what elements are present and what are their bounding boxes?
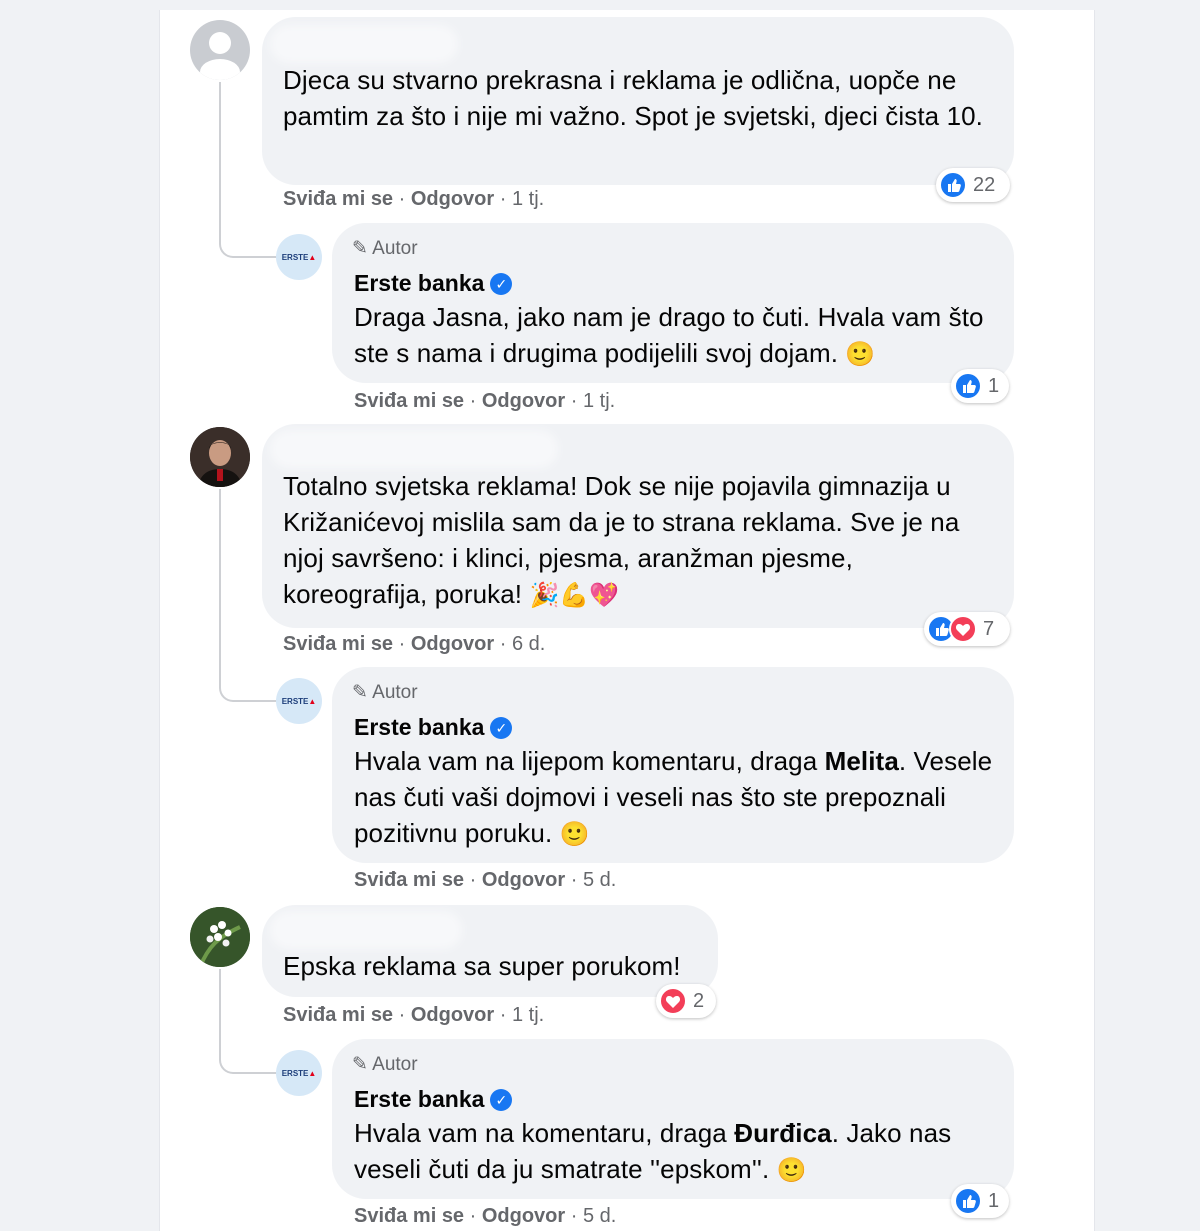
smile-emoji: 🙂 [776,1156,807,1184]
reply-actions: Sviđa mi se · Odgovor · 5 d. [354,869,617,891]
timestamp[interactable]: 1 tj. [583,390,615,412]
commenter-name-redacted[interactable] [276,436,552,462]
author-badge: ✎ Autor [352,1054,418,1075]
like-link[interactable]: Sviđa mi se [354,869,464,891]
timestamp[interactable]: 1 tj. [512,1004,544,1026]
reply-link[interactable]: Odgovor [411,188,494,210]
reply-bubble: ✎ Autor Erste banka ✓ Hvala vam na lijepo… [332,667,1014,863]
like-link[interactable]: Sviđa mi se [283,633,393,655]
reply-bubble: ✎ Autor Erste banka ✓ Hvala vam na koment… [332,1039,1014,1199]
verified-icon: ✓ [490,273,513,295]
timestamp[interactable]: 5 d. [583,1205,616,1227]
reply-link[interactable]: Odgovor [411,633,494,655]
reply-actions: Sviđa mi se · Odgovor · 1 tj. [354,390,616,412]
timestamp[interactable]: 1 tj. [512,188,544,210]
comment-text: Epska reklama sa super porukom! [283,951,681,981]
reaction-summary[interactable]: 7 [924,612,1010,646]
reply-link[interactable]: Odgovor [482,1205,565,1227]
pencil-icon: ✎ [352,1054,368,1075]
erste-logo: ERSTE▲ [281,1068,317,1078]
reply-link[interactable]: Odgovor [411,1004,494,1026]
verified-icon: ✓ [490,717,513,739]
like-icon [954,372,982,400]
timestamp[interactable]: 6 d. [512,633,545,655]
like-link[interactable]: Sviđa mi se [354,1205,464,1227]
reaction-summary[interactable]: 2 [656,984,716,1018]
reaction-summary[interactable]: 1 [951,369,1009,403]
reaction-count: 1 [988,374,1000,397]
reply-link[interactable]: Odgovor [482,869,565,891]
author-badge: ✎ Autor [352,238,418,259]
mentioned-name[interactable]: Đurđica [734,1118,832,1148]
love-icon [949,615,977,643]
reaction-summary[interactable]: 1 [951,1184,1009,1218]
reaction-summary[interactable]: 22 [936,168,1010,202]
erste-avatar[interactable]: ERSTE▲ [276,678,322,724]
comment-bubble: Epska reklama sa super porukom! [262,905,718,997]
like-link[interactable]: Sviđa mi se [283,1004,393,1026]
smile-emoji: 🙂 [559,820,590,848]
reply-link[interactable]: Odgovor [482,390,565,412]
thread-line [219,969,277,1074]
commenter-name-redacted[interactable] [276,917,456,943]
comment-actions: Sviđa mi se · Odgovor · 1 tj. [283,188,545,210]
comment-bubble: Totalno svjetska reklama! Dok se nije po… [262,424,1014,628]
commenter-avatar[interactable] [190,907,250,967]
reaction-count: 7 [983,617,995,640]
mentioned-name[interactable]: Melita [825,746,899,776]
pencil-icon: ✎ [352,238,368,259]
commenter-avatar[interactable] [190,20,250,80]
reaction-count: 1 [988,1189,1000,1212]
page-name[interactable]: Erste banka ✓ [354,269,513,297]
love-icon [659,987,687,1015]
reply-text: Draga Jasna, jako nam je drago to čuti. … [354,302,984,368]
page-name[interactable]: Erste banka ✓ [354,1085,513,1113]
comment-bubble: Djeca su stvarno prekrasna i reklama je … [262,17,1014,185]
comment-actions: Sviđa mi se · Odgovor · 6 d. [283,633,546,655]
page-name[interactable]: Erste banka ✓ [354,713,513,741]
reaction-count: 22 [973,173,996,196]
commenter-avatar[interactable] [190,427,250,487]
comment-actions: Sviđa mi se · Odgovor · 1 tj. [283,1004,545,1026]
party-muscle-heart-emoji: 🎉💪💖 [529,581,620,609]
like-link[interactable]: Sviđa mi se [283,188,393,210]
erste-avatar[interactable]: ERSTE▲ [276,1050,322,1096]
like-icon [939,171,967,199]
smile-emoji: 🙂 [845,340,876,368]
commenter-name-redacted[interactable] [276,31,452,57]
like-link[interactable]: Sviđa mi se [354,390,464,412]
reaction-count: 2 [693,989,705,1012]
author-badge: ✎ Autor [352,682,418,703]
verified-icon: ✓ [490,1089,513,1111]
reply-text: Hvala vam na lijepom komentaru, draga Me… [354,746,993,848]
reply-bubble: ✎ Autor Erste banka ✓ Draga Jasna, jako n… [332,223,1014,383]
comment-text: Djeca su stvarno prekrasna i reklama je … [283,65,984,131]
timestamp[interactable]: 5 d. [583,869,616,891]
erste-logo: ERSTE▲ [281,252,317,262]
pencil-icon: ✎ [352,682,368,703]
reply-actions: Sviđa mi se · Odgovor · 5 d. [354,1205,617,1227]
reply-text: Hvala vam na komentaru, draga Đurđica. J… [354,1118,952,1184]
erste-avatar[interactable]: ERSTE▲ [276,234,322,280]
like-icon [954,1187,982,1215]
erste-logo: ERSTE▲ [281,696,317,706]
comment-text: Totalno svjetska reklama! Dok se nije po… [283,471,960,609]
